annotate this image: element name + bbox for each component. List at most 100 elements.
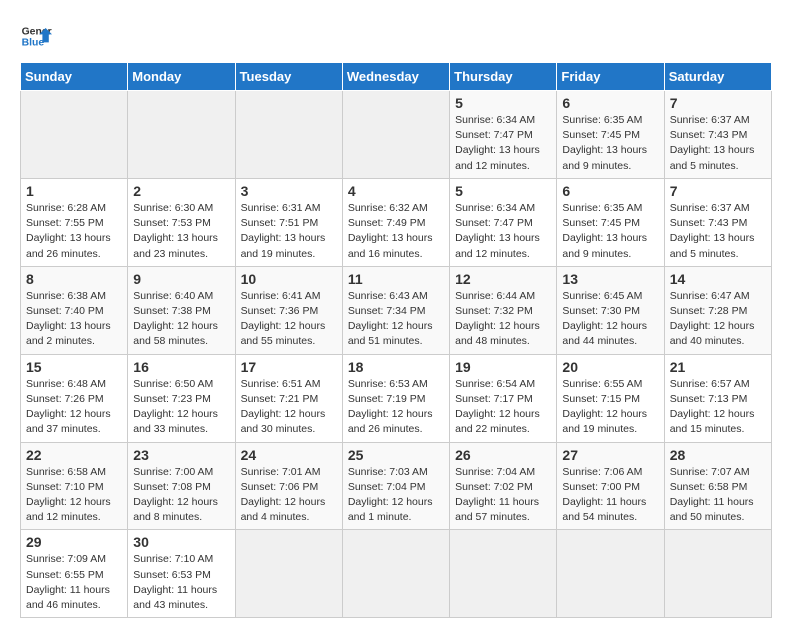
day-number: 20 [562,359,658,375]
day-number: 7 [670,95,766,111]
day-number: 28 [670,447,766,463]
day-number: 7 [670,183,766,199]
calendar-cell: 16 Sunrise: 6:50 AMSunset: 7:23 PMDayligh… [128,354,235,442]
day-info: Sunrise: 6:31 AMSunset: 7:51 PMDaylight:… [241,201,337,262]
logo: General Blue [20,20,52,52]
day-number: 26 [455,447,551,463]
calendar-week-4: 22 Sunrise: 6:58 AMSunset: 7:10 PMDayligh… [21,442,772,530]
day-header-saturday: Saturday [664,63,771,91]
day-info: Sunrise: 7:04 AMSunset: 7:02 PMDaylight:… [455,465,551,526]
day-number: 12 [455,271,551,287]
calendar-cell: 14 Sunrise: 6:47 AMSunset: 7:28 PMDayligh… [664,266,771,354]
day-header-sunday: Sunday [21,63,128,91]
calendar-cell [21,91,128,179]
calendar-cell: 19Sunrise: 6:54 AMSunset: 7:17 PMDayligh… [450,354,557,442]
calendar-cell: 6Sunrise: 6:35 AMSunset: 7:45 PMDaylight… [557,91,664,179]
day-header-friday: Friday [557,63,664,91]
calendar-cell [128,91,235,179]
calendar-cell: 23 Sunrise: 7:00 AMSunset: 7:08 PMDayligh… [128,442,235,530]
day-number: 6 [562,183,658,199]
calendar-week-2: 8 Sunrise: 6:38 AMSunset: 7:40 PMDaylight… [21,266,772,354]
calendar-cell: 2 Sunrise: 6:30 AMSunset: 7:53 PMDaylight… [128,178,235,266]
calendar-cell: 29Sunrise: 7:09 AMSunset: 6:55 PMDayligh… [21,530,128,618]
day-number: 27 [562,447,658,463]
calendar-header-row: SundayMondayTuesdayWednesdayThursdayFrid… [21,63,772,91]
calendar-week-5: 29Sunrise: 7:09 AMSunset: 6:55 PMDayligh… [21,530,772,618]
calendar-cell [235,530,342,618]
day-info: Sunrise: 6:37 AMSunset: 7:43 PMDaylight:… [670,113,766,174]
calendar-cell [450,530,557,618]
day-info: Sunrise: 6:41 AMSunset: 7:36 PMDaylight:… [241,289,337,350]
day-number: 9 [133,271,229,287]
day-number: 21 [670,359,766,375]
calendar-cell: 7 Sunrise: 6:37 AMSunset: 7:43 PMDaylight… [664,91,771,179]
calendar-cell [664,530,771,618]
calendar-cell: 10 Sunrise: 6:41 AMSunset: 7:36 PMDayligh… [235,266,342,354]
calendar-cell [557,530,664,618]
day-info: Sunrise: 6:32 AMSunset: 7:49 PMDaylight:… [348,201,444,262]
day-header-thursday: Thursday [450,63,557,91]
day-number: 19 [455,359,551,375]
day-number: 8 [26,271,122,287]
calendar-cell: 8 Sunrise: 6:38 AMSunset: 7:40 PMDaylight… [21,266,128,354]
day-header-wednesday: Wednesday [342,63,449,91]
day-info: Sunrise: 7:01 AMSunset: 7:06 PMDaylight:… [241,465,337,526]
calendar-week-3: 15 Sunrise: 6:48 AMSunset: 7:26 PMDayligh… [21,354,772,442]
calendar-cell: 6 Sunrise: 6:35 AMSunset: 7:45 PMDaylight… [557,178,664,266]
day-info: Sunrise: 6:34 AMSunset: 7:47 PMDaylight:… [455,201,551,262]
day-number: 3 [241,183,337,199]
calendar-cell: 18Sunrise: 6:53 AMSunset: 7:19 PMDayligh… [342,354,449,442]
day-number: 22 [26,447,122,463]
calendar-cell: 30 Sunrise: 7:10 AMSunset: 6:53 PMDayligh… [128,530,235,618]
day-info: Sunrise: 6:57 AMSunset: 7:13 PMDaylight:… [670,377,766,438]
calendar-cell [342,530,449,618]
day-info: Sunrise: 6:48 AMSunset: 7:26 PMDaylight:… [26,377,122,438]
day-info: Sunrise: 6:38 AMSunset: 7:40 PMDaylight:… [26,289,122,350]
day-number: 5 [455,183,551,199]
calendar-week-0: 5 Sunrise: 6:34 AMSunset: 7:47 PMDaylight… [21,91,772,179]
calendar-cell: 1 Sunrise: 6:28 AMSunset: 7:55 PMDaylight… [21,178,128,266]
day-number: 1 [26,183,122,199]
day-number: 30 [133,534,229,550]
day-number: 13 [562,271,658,287]
day-number: 25 [348,447,444,463]
day-info: Sunrise: 7:00 AMSunset: 7:08 PMDaylight:… [133,465,229,526]
day-number: 15 [26,359,122,375]
day-number: 2 [133,183,229,199]
calendar-cell: 7 Sunrise: 6:37 AMSunset: 7:43 PMDaylight… [664,178,771,266]
day-number: 5 [455,95,551,111]
day-number: 24 [241,447,337,463]
day-number: 17 [241,359,337,375]
day-number: 23 [133,447,229,463]
day-number: 29 [26,534,122,550]
day-header-monday: Monday [128,63,235,91]
day-number: 16 [133,359,229,375]
calendar-cell [342,91,449,179]
day-info: Sunrise: 7:03 AMSunset: 7:04 PMDaylight:… [348,465,444,526]
day-number: 10 [241,271,337,287]
day-number: 14 [670,271,766,287]
calendar-cell: 4Sunrise: 6:32 AMSunset: 7:49 PMDaylight… [342,178,449,266]
day-number: 11 [348,271,444,287]
calendar-cell: 24 Sunrise: 7:01 AMSunset: 7:06 PMDayligh… [235,442,342,530]
day-info: Sunrise: 6:47 AMSunset: 7:28 PMDaylight:… [670,289,766,350]
day-info: Sunrise: 6:44 AMSunset: 7:32 PMDaylight:… [455,289,551,350]
day-info: Sunrise: 6:50 AMSunset: 7:23 PMDaylight:… [133,377,229,438]
day-info: Sunrise: 6:35 AMSunset: 7:45 PMDaylight:… [562,201,658,262]
calendar-cell [235,91,342,179]
day-info: Sunrise: 7:10 AMSunset: 6:53 PMDaylight:… [133,552,229,613]
svg-text:Blue: Blue [22,38,45,49]
day-header-tuesday: Tuesday [235,63,342,91]
day-info: Sunrise: 6:55 AMSunset: 7:15 PMDaylight:… [562,377,658,438]
calendar-cell: 13Sunrise: 6:45 AMSunset: 7:30 PMDayligh… [557,266,664,354]
calendar-cell: 12 Sunrise: 6:44 AMSunset: 7:32 PMDayligh… [450,266,557,354]
calendar-cell: 25 Sunrise: 7:03 AMSunset: 7:04 PMDayligh… [342,442,449,530]
calendar-cell: 5 Sunrise: 6:34 AMSunset: 7:47 PMDaylight… [450,178,557,266]
day-info: Sunrise: 6:58 AMSunset: 7:10 PMDaylight:… [26,465,122,526]
day-info: Sunrise: 6:30 AMSunset: 7:53 PMDaylight:… [133,201,229,262]
day-info: Sunrise: 6:37 AMSunset: 7:43 PMDaylight:… [670,201,766,262]
day-info: Sunrise: 6:28 AMSunset: 7:55 PMDaylight:… [26,201,122,262]
calendar-cell: 11Sunrise: 6:43 AMSunset: 7:34 PMDayligh… [342,266,449,354]
day-info: Sunrise: 6:51 AMSunset: 7:21 PMDaylight:… [241,377,337,438]
day-info: Sunrise: 6:34 AMSunset: 7:47 PMDaylight:… [455,113,551,174]
